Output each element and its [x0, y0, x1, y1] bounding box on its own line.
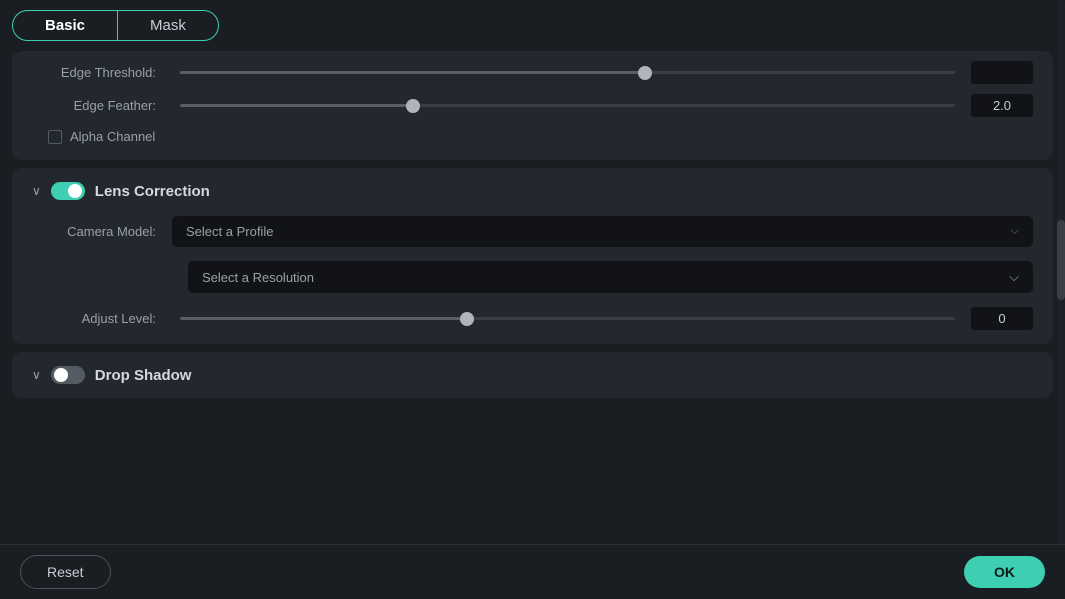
edge-feather-label: Edge Feather: [32, 98, 172, 113]
camera-model-dropdown[interactable]: Select a Profile ⌵ [172, 216, 1033, 247]
alpha-channel-row: Alpha Channel [32, 129, 1033, 144]
adjust-level-slider-track[interactable] [180, 317, 955, 320]
main-content: Edge Threshold: Edge Feather: Alpha Chan… [0, 51, 1065, 398]
resolution-chevron-icon: ⌵ [1009, 269, 1019, 285]
bottom-bar: Reset OK [0, 544, 1065, 599]
edge-threshold-slider-track[interactable] [180, 71, 955, 74]
edge-section-card: Edge Threshold: Edge Feather: Alpha Chan… [12, 51, 1053, 160]
edge-threshold-value[interactable] [971, 61, 1033, 84]
lens-correction-toggle[interactable] [51, 182, 85, 200]
alpha-channel-checkbox[interactable] [48, 130, 62, 144]
alpha-channel-label: Alpha Channel [70, 129, 155, 144]
toggle-knob [68, 184, 82, 198]
ok-button[interactable]: OK [964, 556, 1045, 588]
reset-button[interactable]: Reset [20, 555, 111, 589]
lens-correction-header: ∨ Lens Correction [32, 182, 1033, 200]
adjust-level-row: Adjust Level: [32, 307, 1033, 330]
edge-feather-value[interactable] [971, 94, 1033, 117]
drop-shadow-toggle-knob [54, 368, 68, 382]
edge-threshold-label: Edge Threshold: [32, 65, 172, 80]
adjust-level-value[interactable] [971, 307, 1033, 330]
edge-feather-slider-track[interactable] [180, 104, 955, 107]
tab-mask[interactable]: Mask [117, 10, 219, 41]
lens-correction-card: ∨ Lens Correction Camera Model: Select a… [12, 168, 1053, 344]
camera-model-chevron-icon: ⌵ [1011, 225, 1019, 238]
resolution-dropdown[interactable]: Select a Resolution ⌵ [188, 261, 1033, 293]
resolution-row: Select a Resolution ⌵ [32, 261, 1033, 293]
drop-shadow-title: Drop Shadow [95, 367, 192, 384]
edge-feather-row: Edge Feather: [32, 94, 1033, 117]
camera-model-value: Select a Profile [186, 224, 273, 239]
lens-correction-chevron[interactable]: ∨ [32, 184, 41, 198]
tab-bar: Basic Mask [0, 0, 1065, 51]
drop-shadow-header: ∨ Drop Shadow [32, 366, 1033, 384]
edge-threshold-row: Edge Threshold: [32, 61, 1033, 84]
camera-model-label: Camera Model: [32, 224, 172, 239]
scrollbar-thumb[interactable] [1057, 220, 1065, 300]
drop-shadow-card: ∨ Drop Shadow [12, 352, 1053, 398]
scrollbar-track [1057, 0, 1065, 551]
drop-shadow-chevron[interactable]: ∨ [32, 368, 41, 382]
drop-shadow-toggle[interactable] [51, 366, 85, 384]
adjust-level-label: Adjust Level: [32, 311, 172, 326]
tab-basic[interactable]: Basic [12, 10, 117, 41]
resolution-value: Select a Resolution [202, 270, 314, 285]
camera-model-row: Camera Model: Select a Profile ⌵ [32, 216, 1033, 247]
lens-correction-title: Lens Correction [95, 183, 210, 200]
